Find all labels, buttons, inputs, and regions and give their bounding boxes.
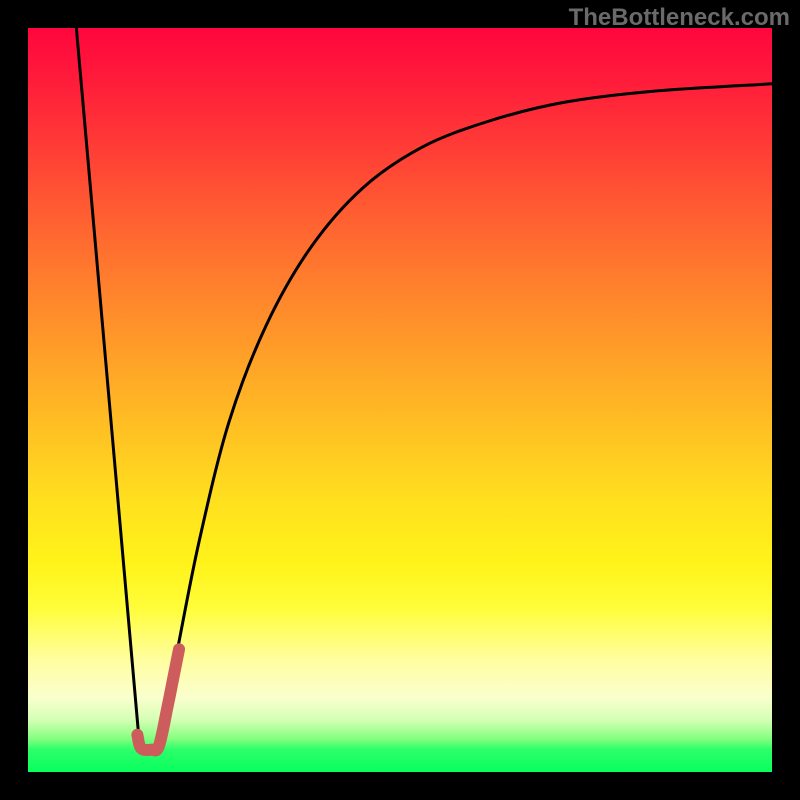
plot-area [28,28,772,772]
series-left-ray [76,28,139,746]
chart-frame: TheBottleneck.com [0,0,800,800]
series-highlight-hook [137,649,179,750]
plot-svg [28,28,772,772]
watermark-label: TheBottleneck.com [569,4,790,32]
series-right-curve [158,84,772,746]
